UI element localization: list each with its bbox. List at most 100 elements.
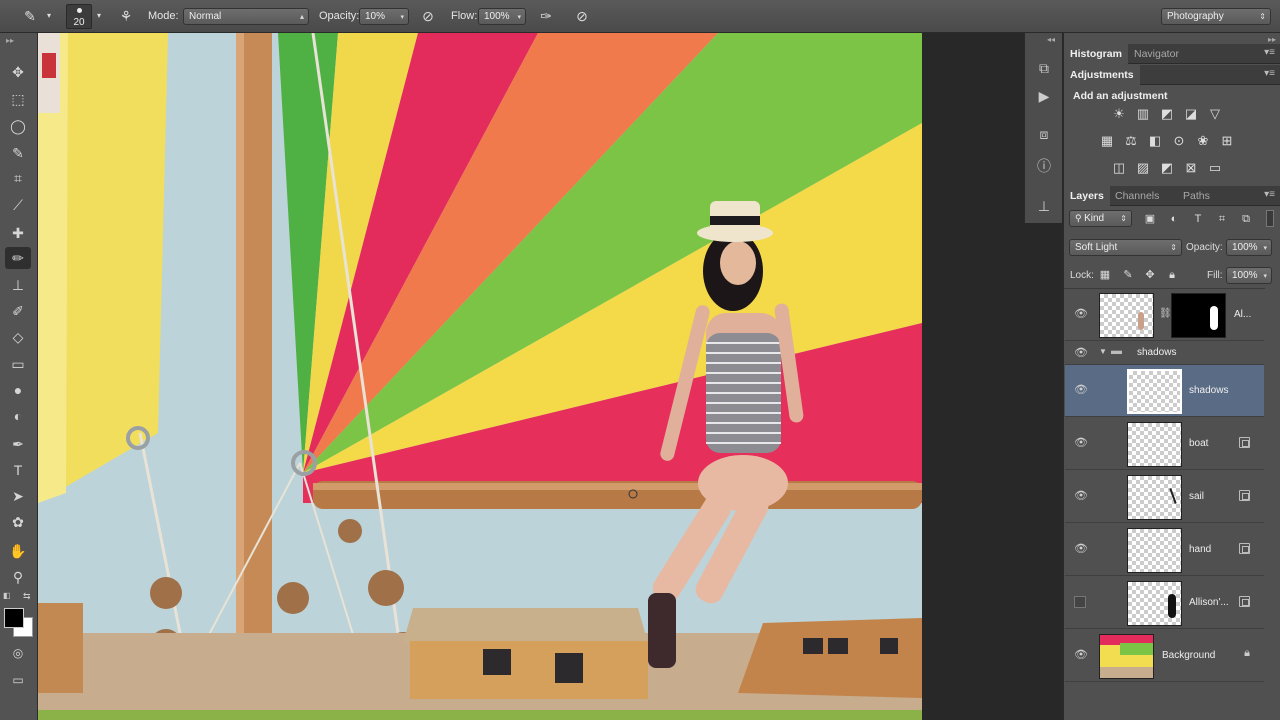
lasso-icon[interactable]: ◯ [5,115,31,137]
layer-sail[interactable]: 👁︎ sail [1065,471,1264,523]
filter-pixel-icon[interactable]: ▣ [1141,211,1159,227]
eye-icon[interactable]: 👁︎ [1073,383,1089,397]
airbrush-icon[interactable]: ✑ [534,5,558,27]
eye-icon[interactable]: 👁︎ [1073,648,1089,662]
gradient-map-icon[interactable]: ▭ [1206,160,1224,176]
tab-channels[interactable]: Channels [1109,186,1165,206]
lock-all-icon[interactable]: 🔒︎ [1163,267,1181,283]
black-white-icon[interactable]: ◧ [1146,133,1164,149]
color-balance-icon[interactable]: ⚖ [1122,133,1140,149]
lock-transparent-icon[interactable]: ▦ [1096,267,1114,283]
filter-adjustment-icon[interactable]: ◐ [1165,211,1183,227]
color-lookup-icon[interactable]: ⊞ [1218,133,1236,149]
expand-panels-icon[interactable]: ◂◂ [1047,35,1055,44]
default-colors-icon[interactable]: ◧ [3,591,11,600]
clone-stamp-icon[interactable]: ⊥ [5,274,31,296]
collapse-toolbox-icon[interactable]: ▸▸ [6,36,14,45]
layer-filter-select[interactable]: ⚲ Kind ⇕ [1069,210,1132,227]
pressure-opacity-icon[interactable]: ⊘ [416,5,440,27]
filter-smart-object-icon[interactable]: ⧉ [1237,211,1255,227]
type-icon[interactable]: T [5,459,31,481]
vibrance-icon[interactable]: ▽ [1206,106,1224,122]
eraser-icon[interactable]: ◇ [5,326,31,348]
panel-menu-icon[interactable]: ▾≡ [1264,47,1275,58]
brush-panel-toggle-icon[interactable]: ⚘ [114,5,138,27]
crop-icon[interactable]: ⌗ [5,167,31,189]
panel-menu-icon[interactable]: ▾≡ [1264,68,1275,79]
posterize-icon[interactable]: ▨ [1134,160,1152,176]
brush-tool-preset-icon[interactable]: ✎ [18,5,42,27]
mode-select[interactable]: Normal ▴ [183,8,309,25]
layer-mask-thumbnail[interactable] [1171,293,1226,338]
opacity-input[interactable]: 10% ▾ [359,8,409,25]
tab-paths[interactable]: Paths [1177,186,1216,206]
move-icon[interactable]: ✥ [5,61,31,83]
tab-histogram[interactable]: Histogram [1064,44,1128,64]
selective-color-icon[interactable]: ⊠ [1182,160,1200,176]
chain-link-icon[interactable]: ⛓ [1159,308,1172,319]
layer-opacity-input[interactable]: 100% ▾ [1226,239,1272,256]
tool-presets-icon[interactable]: ⧈ [1032,123,1056,145]
actions-play-icon[interactable]: ▶ [1032,85,1056,107]
panel-menu-icon[interactable]: ▾≡ [1264,189,1275,200]
lock-position-icon[interactable]: ✥ [1141,267,1159,283]
layer-allison[interactable]: Allison'... [1065,577,1264,629]
healing-icon[interactable]: ✚ [5,222,31,244]
disclosure-triangle-icon[interactable]: ▼ [1099,347,1107,356]
blend-mode-select[interactable]: Soft Light ⇕ [1069,239,1182,256]
eye-icon[interactable]: 👁︎ [1073,436,1089,450]
quick-mask-icon[interactable]: ◎ [5,642,31,664]
history-brush-icon[interactable]: ✐ [5,300,31,322]
layer-boat[interactable]: 👁︎ boat [1065,418,1264,470]
document-canvas[interactable] [38,33,922,720]
eyedropper-icon[interactable]: ⟋ [5,194,31,216]
brush-size-picker[interactable]: 20 [66,4,92,29]
collapse-panels-icon[interactable]: ▸▸ [1268,35,1276,44]
curves-icon[interactable]: ◩ [1158,106,1176,122]
hand-icon[interactable]: ✋ [5,540,31,562]
dodge-icon[interactable]: ◐ [5,405,31,427]
chevron-down-icon[interactable]: ▾ [42,5,56,27]
screen-mode-icon[interactable]: ▭ [5,669,31,691]
quick-select-icon[interactable]: ✎ [5,142,31,164]
workspace-switcher[interactable]: Photography ⇕ [1161,8,1271,25]
channel-mixer-icon[interactable]: ❀ [1194,133,1212,149]
hue-saturation-icon[interactable]: ▦ [1098,133,1116,149]
invert-icon[interactable]: ◫ [1110,160,1128,176]
eye-icon[interactable]: 👁︎ [1073,307,1089,321]
shape-icon[interactable]: ✿ [5,511,31,533]
gradient-icon[interactable]: ▭ [5,353,31,375]
layer-group-shadows[interactable]: 👁︎ ▼ ▬ shadows [1065,341,1264,365]
zoom-icon[interactable]: ⚲ [5,566,31,588]
foreground-color-swatch[interactable] [4,608,24,628]
clone-source-icon[interactable]: ⊥ [1032,195,1056,217]
filter-toggle[interactable] [1266,210,1274,227]
layer-hand[interactable]: 👁︎ hand [1065,524,1264,576]
levels-icon[interactable]: ▥ [1134,106,1152,122]
filter-type-icon[interactable]: T [1189,211,1207,227]
info-icon[interactable]: ⓘ [1032,155,1056,177]
fill-input[interactable]: 100% ▾ [1226,267,1272,284]
lock-image-icon[interactable]: ✎ [1119,267,1137,283]
marquee-icon[interactable]: ⬚ [5,88,31,110]
tab-navigator[interactable]: Navigator [1128,44,1185,64]
brightness-icon[interactable]: ☀ [1110,106,1128,122]
flow-input[interactable]: 100% ▾ [478,8,526,25]
eye-icon[interactable]: 👁︎ [1073,542,1089,556]
tab-layers[interactable]: Layers [1064,186,1110,206]
pressure-size-icon[interactable]: ⊘ [570,5,594,27]
layer-allison-masked[interactable]: 👁︎ ⛓ Al... [1065,289,1264,341]
chevron-down-icon[interactable]: ▾ [92,5,106,27]
eye-icon[interactable]: 👁︎ [1073,489,1089,503]
path-select-icon[interactable]: ➤ [5,485,31,507]
tab-adjustments[interactable]: Adjustments [1064,65,1140,85]
visibility-toggle-off[interactable] [1074,596,1086,608]
filter-shape-icon[interactable]: ⌗ [1213,211,1231,227]
swap-colors-icon[interactable]: ⇆ [23,591,31,602]
layer-shadows[interactable]: 👁︎ shadows [1065,365,1264,417]
threshold-icon[interactable]: ◩ [1158,160,1176,176]
eye-icon[interactable]: 👁︎ [1073,346,1089,360]
pen-icon[interactable]: ✒ [5,433,31,455]
history-icon[interactable]: ⧉ [1032,57,1056,79]
brush-icon[interactable]: ✏ [5,247,31,269]
